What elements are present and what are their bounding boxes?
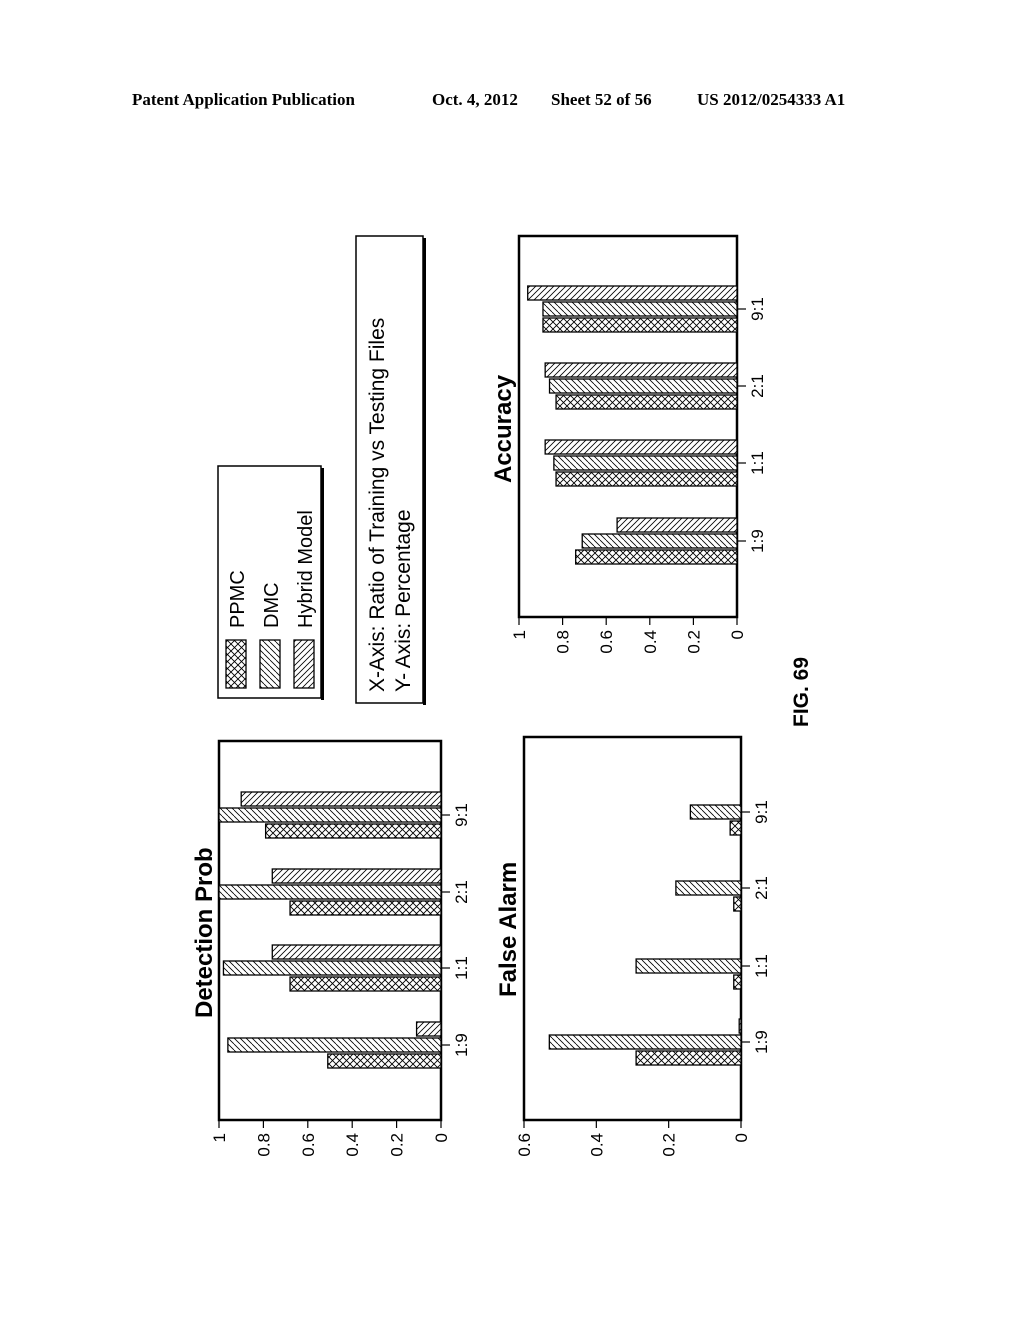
bar-hybrid-model-9-1 — [527, 285, 738, 301]
value-tick-label: 0 — [732, 1133, 751, 1142]
chart-false-alarm: False Alarm 1:9 1:1 2:1 9:1 0 0.2 0.4 0.6 — [495, 735, 771, 1157]
category-tick-label: 2:1 — [748, 374, 767, 398]
legend-swatch-hybrid — [293, 639, 315, 689]
bar-hybrid-model-1-9 — [738, 1018, 742, 1034]
category-tick-label: 9:1 — [748, 297, 767, 321]
chart-title: Accuracy — [490, 374, 517, 483]
value-tick-label: 0.8 — [254, 1133, 273, 1157]
bar-dmc-1-9 — [227, 1037, 442, 1053]
legend-label-ppmc: PPMC — [227, 570, 249, 628]
value-tick-label: 0.2 — [388, 1133, 407, 1157]
legend-label-dmc: DMC — [261, 582, 283, 628]
value-tick-label: 0.6 — [299, 1133, 318, 1157]
chart-title: False Alarm — [495, 862, 522, 997]
bar-hybrid-model-2-1 — [271, 868, 442, 884]
bar-hybrid-model-1-1 — [544, 439, 738, 455]
value-tick-label: 0.6 — [597, 630, 616, 654]
value-tick-label: 0.4 — [343, 1133, 362, 1157]
bar-hybrid-model-1-9 — [415, 1021, 442, 1037]
bar-dmc-2-1 — [548, 378, 738, 394]
bar-hybrid-model-1-1 — [271, 944, 442, 960]
value-tick-label: 1 — [210, 1133, 229, 1142]
bar-hybrid-model-9-1 — [240, 791, 442, 807]
figure-canvas: Detection Prob 1:9 1:1 2:1 9:1 0 0.2 0.4 0.6 0.8… — [191, 234, 813, 1157]
bar-dmc-2-1 — [218, 884, 442, 900]
axis-note-y: Y- Axis: Percentage — [392, 510, 415, 693]
bar-ppmc-1-9 — [575, 549, 738, 565]
category-tick-label: 2:1 — [752, 876, 771, 900]
category-tick-label: 1:9 — [752, 1030, 771, 1054]
chart-detection-prob: Detection Prob 1:9 1:1 2:1 9:1 0 0.2 0.4 0.6 0.8… — [191, 739, 471, 1157]
value-tick-label: 0.4 — [641, 630, 660, 654]
bar-dmc-1-9 — [581, 533, 738, 549]
category-tick-label: 9:1 — [452, 803, 471, 827]
category-tick-label: 1:1 — [748, 451, 767, 475]
bar-dmc-1-9 — [548, 1034, 742, 1050]
bar-ppmc-1-9 — [327, 1053, 442, 1069]
bar-ppmc-2-1 — [289, 900, 442, 916]
chart-accuracy: Accuracy 1:9 1:1 2:1 9:1 0 0.2 0.4 0.6 0.8 1 — [490, 234, 767, 654]
value-tick-label: 0.6 — [515, 1133, 534, 1157]
category-tick-label: 2:1 — [452, 880, 471, 904]
bar-ppmc-1-1 — [555, 471, 738, 487]
bar-dmc-1-1 — [635, 958, 742, 974]
bar-dmc-1-1 — [553, 455, 738, 471]
value-tick-label: 0 — [728, 630, 747, 639]
legend-label-hybrid: Hybrid Model — [295, 510, 317, 628]
bar-ppmc-9-1 — [729, 820, 742, 836]
legend-swatch-ppmc — [225, 639, 247, 689]
value-tick-label: 0.4 — [587, 1133, 606, 1157]
bar-ppmc-9-1 — [264, 823, 442, 839]
figure-label: FIG. 69 — [790, 657, 813, 727]
legend-swatch-dmc — [259, 639, 281, 689]
value-tick-label: 0.2 — [660, 1133, 679, 1157]
axis-note: X-Axis: Ratio of Training vs Testing Fil… — [355, 235, 426, 705]
bar-ppmc-2-1 — [555, 394, 738, 410]
chart-title: Detection Prob — [191, 847, 218, 1018]
bar-ppmc-1-9 — [635, 1050, 742, 1066]
category-tick-label: 1:1 — [752, 954, 771, 978]
category-tick-label: 1:9 — [452, 1033, 471, 1057]
bar-hybrid-model-1-9 — [616, 517, 738, 533]
category-tick-label: 1:1 — [452, 956, 471, 980]
bar-dmc-9-1 — [542, 301, 738, 317]
bar-dmc-2-1 — [675, 880, 742, 896]
value-tick-label: 0 — [432, 1133, 451, 1142]
axis-note-x: X-Axis: Ratio of Training vs Testing Fil… — [366, 318, 389, 692]
bar-ppmc-1-1 — [733, 974, 742, 990]
value-tick-label: 0.8 — [554, 630, 573, 654]
bar-ppmc-1-1 — [289, 976, 442, 992]
bar-ppmc-2-1 — [733, 896, 742, 912]
bar-dmc-1-1 — [222, 960, 442, 976]
value-tick-label: 1 — [510, 630, 529, 639]
legend: PPMC DMC Hybrid Model — [217, 465, 324, 700]
category-tick-label: 1:9 — [748, 529, 767, 553]
category-tick-label: 9:1 — [752, 800, 771, 824]
bar-ppmc-9-1 — [542, 317, 738, 333]
value-tick-label: 0.2 — [684, 630, 703, 654]
bar-hybrid-model-2-1 — [544, 362, 738, 378]
bar-dmc-9-1 — [689, 804, 742, 820]
bar-dmc-9-1 — [218, 807, 442, 823]
